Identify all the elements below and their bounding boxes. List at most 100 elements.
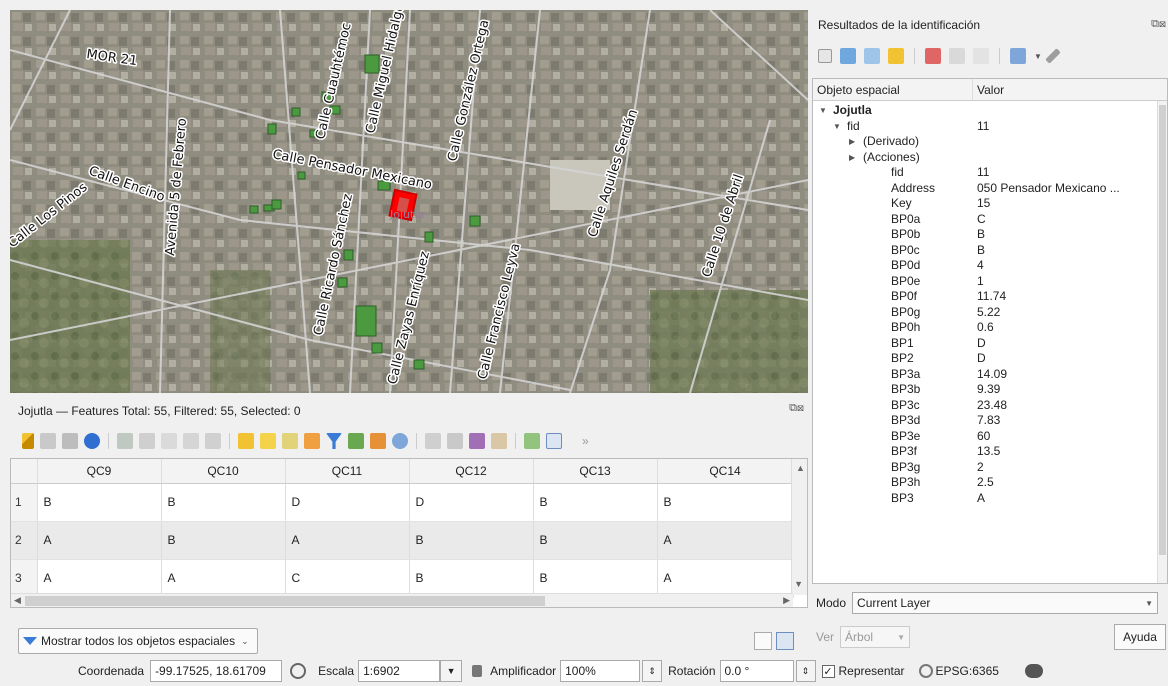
collapsed-triangle-icon[interactable]: ▶ bbox=[849, 150, 855, 166]
coordinate-field[interactable]: -99.17525, 18.61709 bbox=[150, 660, 283, 682]
identify-mode-icon[interactable] bbox=[1010, 48, 1026, 64]
attribute-row[interactable]: BP0b B bbox=[813, 227, 1167, 243]
copy-icon[interactable] bbox=[183, 433, 199, 449]
actions-icon[interactable] bbox=[524, 433, 540, 449]
table-cell[interactable]: B bbox=[409, 521, 534, 560]
table-vertical-scrollbar[interactable]: ▲ bbox=[791, 459, 807, 595]
table-cell[interactable]: B bbox=[161, 521, 286, 560]
column-header[interactable]: QC10 bbox=[161, 459, 286, 484]
row-number[interactable]: 2 bbox=[11, 521, 38, 560]
table-cell[interactable]: A bbox=[657, 521, 794, 560]
scroll-right-arrow-icon[interactable]: ▶ bbox=[783, 595, 790, 606]
table-cell[interactable]: B bbox=[657, 483, 794, 522]
show-all-features-button[interactable]: Mostrar todos los objetos espaciales ⌄ bbox=[18, 628, 258, 654]
column-header[interactable]: QC14 bbox=[657, 459, 794, 484]
conditional-formatting-icon[interactable] bbox=[491, 433, 507, 449]
table-cell[interactable]: A bbox=[161, 559, 286, 598]
attribute-row[interactable]: BP0f 11.74 bbox=[813, 289, 1167, 305]
magnifier-field[interactable]: 100% bbox=[560, 660, 641, 682]
attribute-row[interactable]: BP3c 23.48 bbox=[813, 398, 1167, 414]
expanded-triangle-icon[interactable]: ▼ bbox=[833, 119, 841, 135]
table-view-icon[interactable] bbox=[776, 632, 794, 650]
table-cell[interactable]: B bbox=[37, 483, 162, 522]
attribute-row[interactable]: BP3d 7.83 bbox=[813, 413, 1167, 429]
rotation-field[interactable]: 0.0 ° bbox=[719, 660, 794, 682]
table-cell[interactable]: C bbox=[285, 559, 410, 598]
table-cell[interactable]: B bbox=[161, 483, 286, 522]
attribute-panel-controls[interactable]: ⧉⊠ bbox=[789, 402, 804, 415]
map-svg[interactable]: MOR 21 Calle Cuauhtémoc Calle Miguel Hid… bbox=[10, 10, 808, 393]
attribute-row[interactable]: BP3b 9.39 bbox=[813, 382, 1167, 398]
scale-field[interactable]: 1:6902 bbox=[358, 660, 441, 682]
new-field-icon[interactable] bbox=[425, 433, 441, 449]
rotation-spin-icon[interactable]: ⇕ bbox=[795, 660, 816, 682]
attribute-row[interactable]: BP3e 60 bbox=[813, 429, 1167, 445]
expand-tree-icon[interactable] bbox=[818, 49, 832, 63]
multi-edit-icon[interactable] bbox=[40, 433, 56, 449]
tree-layer-row[interactable]: ▼ Jojutla bbox=[813, 103, 1167, 119]
table-cell[interactable]: B bbox=[533, 521, 658, 560]
form-view-icon[interactable] bbox=[754, 632, 772, 650]
save-edits-icon[interactable] bbox=[62, 433, 78, 449]
row-number[interactable]: 3 bbox=[11, 559, 38, 598]
attribute-row[interactable]: BP0a C bbox=[813, 212, 1167, 228]
table-cell[interactable]: A bbox=[37, 521, 162, 560]
attribute-row[interactable]: BP0g 5.22 bbox=[813, 305, 1167, 321]
expand-all-icon[interactable] bbox=[840, 48, 856, 64]
scroll-up-arrow-icon[interactable]: ▲ bbox=[796, 463, 805, 473]
column-header[interactable]: QC12 bbox=[409, 459, 534, 484]
scroll-down-arrow-icon[interactable]: ▼ bbox=[794, 579, 803, 589]
table-cell[interactable]: D bbox=[409, 483, 534, 522]
attribute-row[interactable]: BP3 A bbox=[813, 491, 1167, 507]
scrollbar-thumb[interactable] bbox=[25, 596, 545, 606]
cut-icon[interactable] bbox=[161, 433, 177, 449]
attribute-row[interactable]: BP3g 2 bbox=[813, 460, 1167, 476]
help-button[interactable]: Ayuda bbox=[1114, 624, 1166, 650]
toggle-editing-icon[interactable] bbox=[22, 433, 34, 449]
table-cell[interactable]: B bbox=[409, 559, 534, 598]
toggle-extents-icon[interactable] bbox=[290, 663, 307, 679]
table-cell[interactable]: B bbox=[533, 559, 658, 598]
column-header-feature[interactable]: Objeto espacial bbox=[813, 79, 973, 100]
table-cell[interactable]: A bbox=[285, 521, 410, 560]
collapse-all-icon[interactable] bbox=[864, 48, 880, 64]
print-icon[interactable] bbox=[973, 48, 989, 64]
table-cell[interactable]: A bbox=[657, 559, 794, 598]
filter-icon[interactable] bbox=[326, 433, 342, 449]
attribute-row[interactable]: BP0h 0.6 bbox=[813, 320, 1167, 336]
settings-wrench-icon[interactable] bbox=[1045, 48, 1061, 64]
invert-selection-icon[interactable] bbox=[282, 433, 298, 449]
delete-field-icon[interactable] bbox=[447, 433, 463, 449]
column-header[interactable]: QC11 bbox=[285, 459, 410, 484]
chevron-down-icon[interactable]: ▼ bbox=[1034, 52, 1042, 61]
table-row[interactable]: 2 A B A B B A bbox=[11, 521, 794, 560]
lock-icon[interactable] bbox=[472, 665, 483, 677]
row-number[interactable]: 1 bbox=[11, 483, 38, 522]
move-selection-top-icon[interactable] bbox=[348, 433, 364, 449]
attribute-row[interactable]: BP2 D bbox=[813, 351, 1167, 367]
table-cell[interactable]: A bbox=[37, 559, 162, 598]
attribute-row[interactable]: BP3f 13.5 bbox=[813, 444, 1167, 460]
dock-icon[interactable] bbox=[546, 433, 562, 449]
tree-actions-row[interactable]: ▶ (Acciones) bbox=[813, 150, 1167, 166]
table-row[interactable]: 1 B B D D B B bbox=[11, 483, 794, 522]
messages-icon[interactable] bbox=[1024, 664, 1043, 678]
map-canvas[interactable]: MOR 21 Calle Cuauhtémoc Calle Miguel Hid… bbox=[10, 10, 808, 393]
select-by-expression-icon[interactable] bbox=[238, 433, 254, 449]
zoom-to-selected-icon[interactable] bbox=[392, 433, 408, 449]
scale-dropdown-icon[interactable]: ▼ bbox=[440, 660, 463, 682]
attribute-row[interactable]: BP3a 14.09 bbox=[813, 367, 1167, 383]
more-tools[interactable]: » bbox=[582, 434, 589, 448]
tree-derived-row[interactable]: ▶ (Derivado) bbox=[813, 134, 1167, 150]
render-checkbox[interactable]: ✓ bbox=[821, 664, 835, 678]
tree-feature-row[interactable]: ▼ fid 11 bbox=[813, 119, 1167, 135]
clear-results-icon[interactable] bbox=[925, 48, 941, 64]
scroll-left-arrow-icon[interactable]: ◀ bbox=[14, 595, 21, 606]
attribute-row[interactable]: BP1 D bbox=[813, 336, 1167, 352]
crs-label[interactable]: EPSG:6365 bbox=[936, 664, 999, 678]
table-cell[interactable]: B bbox=[533, 483, 658, 522]
attribute-row[interactable]: BP0d 4 bbox=[813, 258, 1167, 274]
copy-feature-icon[interactable] bbox=[949, 48, 965, 64]
globe-icon[interactable] bbox=[918, 664, 933, 678]
reload-icon[interactable] bbox=[84, 433, 100, 449]
